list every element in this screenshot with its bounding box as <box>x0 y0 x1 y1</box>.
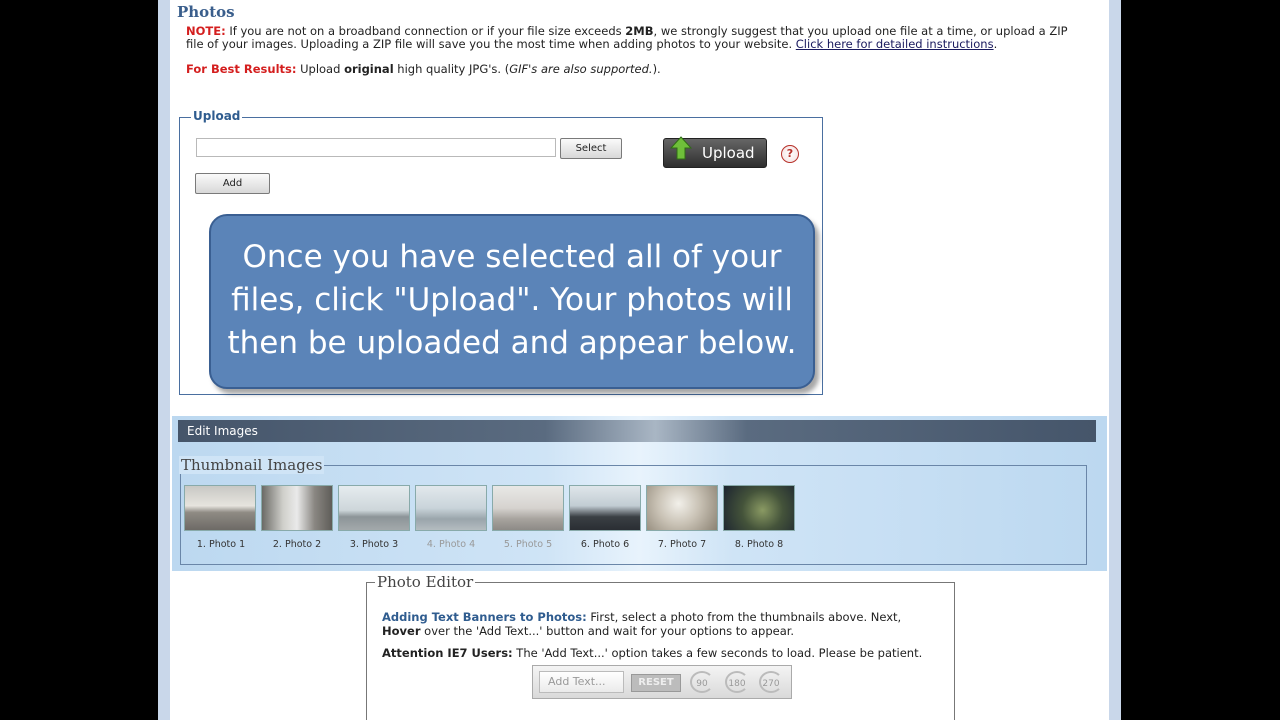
thumbnail-7[interactable] <box>646 485 718 531</box>
add-button[interactable]: Add <box>195 173 270 194</box>
page-title: Photos <box>177 3 235 21</box>
note-label: NOTE: <box>186 24 226 38</box>
best-label: For Best Results: <box>186 62 297 76</box>
thumbnail-caption: 4. Photo 4 <box>426 539 476 550</box>
edit-images-header: Edit Images <box>178 420 1096 442</box>
thumbnail-caption: 1. Photo 1 <box>196 539 246 550</box>
rotate-270-icon[interactable]: 270 <box>759 671 783 693</box>
best-results-note: For Best Results: Upload original high q… <box>186 62 661 76</box>
note-size: 2MB <box>625 24 654 38</box>
note-text: If you are not on a broadband connection… <box>225 24 626 38</box>
help-icon[interactable]: ? <box>781 145 799 163</box>
thumbnail-caption: 8. Photo 8 <box>734 539 784 550</box>
thumbnail-caption: 2. Photo 2 <box>272 539 322 550</box>
thumbnail-5[interactable] <box>492 485 564 531</box>
reset-button[interactable]: RESET <box>631 674 681 692</box>
upload-button-label: Upload <box>702 144 755 162</box>
thumbnail-3[interactable] <box>338 485 410 531</box>
thumbnail-fieldset: Thumbnail Images 1. Photo 1 2. Photo 2 3… <box>179 456 1087 565</box>
best-text: Upload <box>296 62 345 76</box>
best-bold: original <box>344 62 394 76</box>
upload-arrow-icon <box>670 136 692 160</box>
edit-images-panel: Edit Images Thumbnail Images 1. Photo 1 … <box>172 416 1107 571</box>
best-text-2: high quality JPG's. ( <box>393 62 510 76</box>
rotate-90-icon[interactable]: 90 <box>690 671 714 693</box>
hover-text: over the 'Add Text...' button and wait f… <box>420 624 795 638</box>
rotate-180-icon[interactable]: 180 <box>725 671 749 693</box>
add-text-button[interactable]: Add Text... <box>539 671 624 693</box>
banner-label: Adding Text Banners to Photos: <box>382 610 587 624</box>
attn-label: Attention IE7 Users: <box>382 646 513 660</box>
select-button[interactable]: Select <box>560 138 622 159</box>
file-path-input[interactable] <box>196 138 556 157</box>
thumbnail-caption: 3. Photo 3 <box>349 539 399 550</box>
upload-note: NOTE: If you are not on a broadband conn… <box>186 25 1086 51</box>
thumbnail-legend: Thumbnail Images <box>179 456 325 474</box>
text-banner-instructions: Adding Text Banners to Photos: First, se… <box>382 610 942 638</box>
note-end: . <box>993 37 998 51</box>
upload-button[interactable]: Upload <box>663 136 767 168</box>
page-content: Photos NOTE: If you are not on a broadba… <box>158 0 1121 720</box>
banner-text: First, select a photo from the thumbnail… <box>586 610 902 624</box>
upload-fieldset: Upload Select Add Upload ? Once you have… <box>179 109 823 395</box>
best-italic: GIF's are also supported. <box>509 62 653 76</box>
best-end: ). <box>652 62 661 76</box>
ie7-notice: Attention IE7 Users: The 'Add Text...' o… <box>382 646 952 660</box>
thumbnail-2[interactable] <box>261 485 333 531</box>
photo-editor-fieldset: Photo Editor Adding Text Banners to Phot… <box>366 573 955 720</box>
right-border <box>1109 0 1121 720</box>
thumbnail-6[interactable] <box>569 485 641 531</box>
left-border <box>158 0 170 720</box>
thumbnail-4[interactable] <box>415 485 487 531</box>
thumbnail-caption: 5. Photo 5 <box>503 539 553 550</box>
upload-legend: Upload <box>191 109 243 123</box>
thumbnail-8[interactable] <box>723 485 795 531</box>
thumbnail-caption: 6. Photo 6 <box>580 539 630 550</box>
thumbnail-1[interactable] <box>184 485 256 531</box>
editor-toolbar: Add Text... RESET 90 180 270 <box>532 665 792 699</box>
photo-editor-legend: Photo Editor <box>375 573 476 591</box>
hover-label: Hover <box>382 624 421 638</box>
instructions-link[interactable]: Click here for detailed instructions <box>796 37 994 51</box>
attn-text: The 'Add Text...' option takes a few sec… <box>512 646 923 660</box>
instruction-callout: Once you have selected all of your files… <box>209 214 815 389</box>
thumbnail-caption: 7. Photo 7 <box>657 539 707 550</box>
